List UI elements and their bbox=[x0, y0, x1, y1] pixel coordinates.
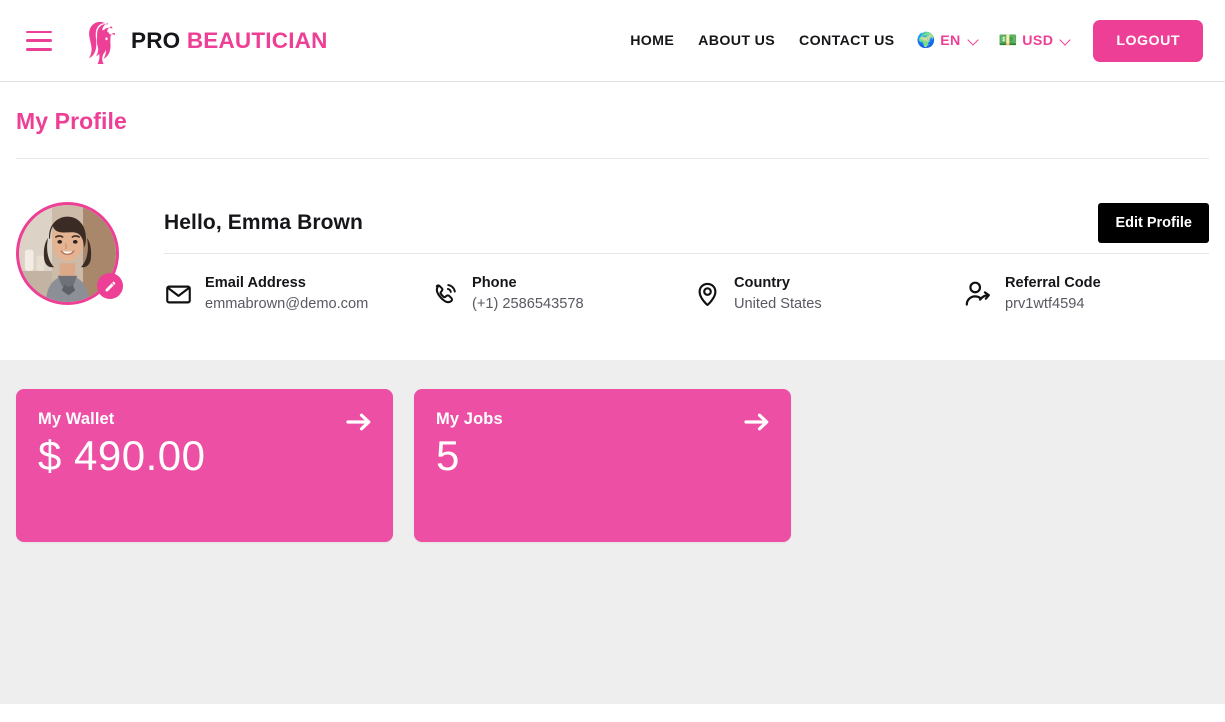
info-label-country: Country bbox=[734, 275, 790, 291]
stat-card-my-jobs[interactable]: My Jobs 5 bbox=[414, 389, 791, 542]
info-text: Email Address emmabrown@demo.com bbox=[205, 274, 368, 314]
stat-value-my-jobs: 5 bbox=[436, 431, 769, 481]
hamburger-line bbox=[26, 31, 52, 34]
stat-card-my-wallet[interactable]: My Wallet $ 490.00 bbox=[16, 389, 393, 542]
profile-section: Hello, Emma Brown Edit Profile Email Add… bbox=[0, 159, 1225, 360]
profile-divider bbox=[164, 253, 1209, 254]
info-value-email: emmabrown@demo.com bbox=[205, 294, 368, 314]
avatar-block bbox=[16, 202, 119, 305]
info-value-phone: (+1) 2586543578 bbox=[472, 294, 584, 314]
info-item-country: Country United States bbox=[693, 274, 964, 314]
brand-logo[interactable]: PRO BEAUTICIAN bbox=[76, 18, 328, 64]
info-text: Referral Code prv1wtf4594 bbox=[1005, 274, 1101, 314]
info-label-phone: Phone bbox=[472, 275, 517, 291]
stat-title-my-jobs: My Jobs bbox=[436, 410, 769, 429]
page-title-section: My Profile bbox=[0, 82, 1225, 159]
currency-code: USD bbox=[1022, 33, 1053, 49]
brand-name-pro: PRO bbox=[131, 28, 180, 53]
language-code: EN bbox=[940, 33, 960, 49]
profile-row: Hello, Emma Brown Edit Profile Email Add… bbox=[16, 201, 1209, 314]
brand-name-beautician: BEAUTICIAN bbox=[187, 28, 328, 53]
info-item-phone: Phone (+1) 2586543578 bbox=[431, 274, 693, 314]
chevron-down-icon bbox=[968, 35, 979, 46]
site-header: PRO BEAUTICIAN HOME ABOUT US CONTACT US … bbox=[0, 0, 1225, 82]
pencil-edit-icon[interactable] bbox=[97, 273, 123, 299]
hamburger-line bbox=[26, 39, 52, 42]
woman-silhouette-logo-icon bbox=[76, 18, 122, 64]
stats-section: My Wallet $ 490.00 My Jobs 5 bbox=[0, 360, 1225, 704]
footer-strip bbox=[0, 704, 1225, 722]
globe-icon: 🌍 bbox=[917, 33, 936, 48]
stats-row: My Wallet $ 490.00 My Jobs 5 bbox=[16, 389, 1209, 542]
info-label-referral-code: Referral Code bbox=[1005, 275, 1101, 291]
main-navigation: HOME ABOUT US CONTACT US 🌍 EN 💵 USD LOGO… bbox=[618, 0, 1203, 81]
nav-item-contact-us[interactable]: CONTACT US bbox=[787, 33, 906, 49]
info-value-referral-code: prv1wtf4594 bbox=[1005, 294, 1101, 314]
logout-button[interactable]: LOGOUT bbox=[1093, 20, 1203, 62]
info-text: Phone (+1) 2586543578 bbox=[472, 274, 584, 314]
language-selector[interactable]: 🌍 EN bbox=[907, 33, 989, 49]
info-item-email: Email Address emmabrown@demo.com bbox=[164, 274, 431, 314]
user-share-icon bbox=[964, 280, 992, 308]
info-text: Country United States bbox=[734, 274, 822, 314]
hamburger-menu-icon[interactable] bbox=[26, 31, 52, 51]
brand-name: PRO BEAUTICIAN bbox=[131, 28, 328, 54]
nav-item-home[interactable]: HOME bbox=[618, 33, 686, 49]
profile-details: Hello, Emma Brown Edit Profile Email Add… bbox=[164, 201, 1209, 314]
phone-icon bbox=[431, 280, 459, 308]
edit-profile-button[interactable]: Edit Profile bbox=[1098, 203, 1209, 243]
greeting-text: Hello, Emma Brown bbox=[164, 211, 363, 235]
page-title: My Profile bbox=[16, 108, 1209, 135]
chevron-down-icon bbox=[1060, 35, 1071, 46]
money-icon: 💵 bbox=[999, 33, 1018, 48]
nav-item-about-us[interactable]: ABOUT US bbox=[686, 33, 787, 49]
arrow-right-icon[interactable] bbox=[345, 411, 373, 433]
info-value-country: United States bbox=[734, 294, 822, 314]
currency-selector[interactable]: 💵 USD bbox=[989, 33, 1082, 49]
profile-info-row: Email Address emmabrown@demo.com Phone bbox=[164, 274, 1209, 314]
arrow-right-icon[interactable] bbox=[743, 411, 771, 433]
hamburger-line bbox=[26, 48, 52, 51]
stat-title-my-wallet: My Wallet bbox=[38, 410, 371, 429]
info-item-referral-code: Referral Code prv1wtf4594 bbox=[964, 274, 1224, 314]
info-label-email: Email Address bbox=[205, 275, 306, 291]
envelope-icon bbox=[164, 280, 192, 308]
map-pin-icon bbox=[693, 280, 721, 308]
profile-header-row: Hello, Emma Brown Edit Profile bbox=[164, 201, 1209, 245]
stat-value-my-wallet: $ 490.00 bbox=[38, 431, 371, 481]
